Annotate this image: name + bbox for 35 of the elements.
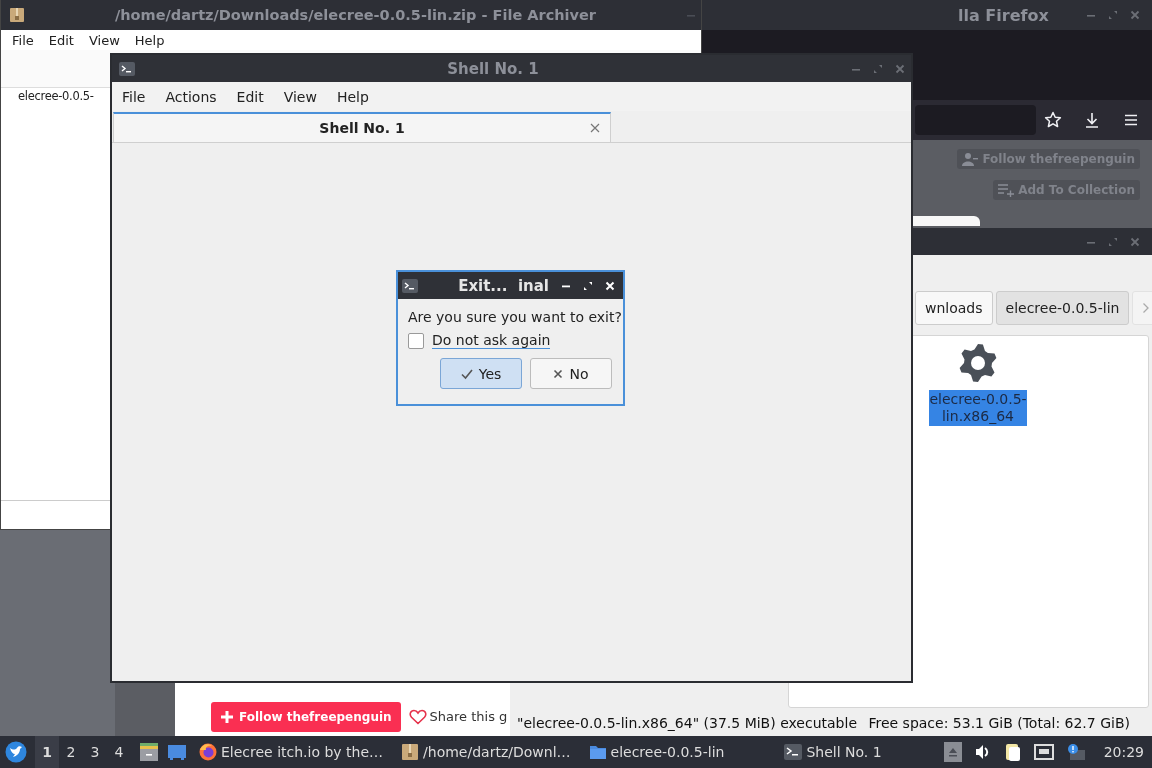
window-title: /home/dartz/Downloads/elecree-0.0.5-lin.zip - File Archiver (115, 7, 596, 23)
workspace-button[interactable]: 2 (59, 736, 83, 768)
taskbar-button[interactable]: Shell No. 1 (784, 743, 882, 761)
checkbox-label[interactable]: Do not ask again (432, 332, 551, 349)
path-button[interactable]: wnloads (915, 291, 993, 325)
no-button[interactable]: No (530, 358, 612, 389)
taskbar-button[interactable]: elecree-0.0.5-lin (588, 743, 725, 761)
message-text: Are you sure you want to exit? (408, 309, 623, 325)
workspace-button[interactable]: 3 (83, 736, 107, 768)
window-title: lla Firefox (958, 5, 1050, 25)
taskbar-button[interactable]: Elecree itch.io by the… (199, 743, 384, 761)
list-item[interactable]: elecree-0.0.5- (18, 89, 94, 103)
follow-button[interactable]: Follow thefreepenguin (211, 701, 401, 732)
file-name[interactable]: elecree-0.0.5-lin.x86_64 (929, 390, 1027, 426)
menu-item[interactable]: Help (134, 32, 165, 48)
menu-item[interactable]: View (88, 32, 120, 48)
menu-item[interactable]: File (12, 32, 34, 48)
workspace-button[interactable]: 1 (35, 736, 59, 768)
workspace-button[interactable]: 4 (107, 736, 131, 768)
status-text: Free space: 53.1 GiB (Total: 62.7 GiB) (868, 715, 1130, 731)
clock[interactable]: 20:29 (1103, 744, 1144, 760)
menu-item[interactable]: Actions (155, 88, 227, 105)
path-button[interactable]: elecree-0.0.5-lin (995, 291, 1130, 325)
yes-button[interactable]: Yes (440, 358, 522, 389)
window-title: Exit... inal (457, 276, 550, 295)
status-text: "elecree-0.0.5-lin.x86_64" (37.5 MiB) executable (517, 715, 857, 731)
menu-item[interactable]: View (273, 88, 327, 105)
taskbar-button[interactable]: /home/dartz/Downl… (401, 743, 571, 761)
menu-item[interactable]: Help (326, 88, 379, 105)
tab[interactable]: Shell No. 1 (113, 112, 611, 142)
window-title: Shell No. 1 (446, 59, 540, 78)
menu-item[interactable]: Edit (226, 88, 274, 105)
menu-item[interactable]: File (112, 88, 156, 105)
share-link[interactable]: Share this g (408, 708, 508, 725)
menu-item[interactable]: Edit (48, 32, 74, 48)
